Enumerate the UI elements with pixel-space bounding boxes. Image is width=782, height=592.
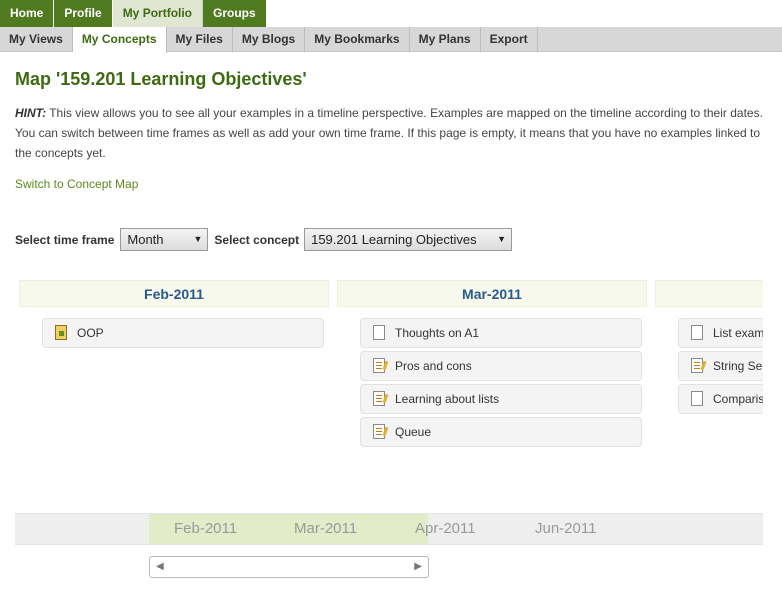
tab-groups[interactable]: Groups bbox=[203, 0, 267, 27]
example-label: List examples bbox=[713, 326, 763, 340]
note-icon bbox=[373, 424, 385, 439]
example-item[interactable]: List examples bbox=[678, 318, 763, 348]
subtab-my-concepts[interactable]: My Concepts bbox=[72, 27, 167, 53]
timeline-controls: Select time frame Month ▼ Select concept… bbox=[15, 228, 513, 251]
scroll-left-icon[interactable]: ◀ bbox=[156, 561, 164, 572]
subtab-my-blogs[interactable]: My Blogs bbox=[233, 27, 306, 52]
example-label: OOP bbox=[77, 326, 104, 340]
switch-to-concept-map-link[interactable]: Switch to Concept Map bbox=[15, 177, 138, 191]
example-item[interactable]: Pros and cons bbox=[360, 351, 642, 381]
tab-home[interactable]: Home bbox=[0, 0, 55, 27]
subtab-my-files[interactable]: My Files bbox=[167, 27, 233, 52]
subtab-my-plans[interactable]: My Plans bbox=[410, 27, 481, 52]
tab-my-portfolio[interactable]: My Portfolio bbox=[112, 0, 204, 27]
band-label: Apr-2011 bbox=[415, 520, 476, 537]
example-label: Thoughts on A1 bbox=[395, 326, 480, 340]
time-frame-select[interactable]: Month ▼ bbox=[120, 228, 209, 251]
document-icon bbox=[373, 325, 385, 340]
example-item[interactable]: Comparis bbox=[678, 384, 763, 414]
example-item[interactable]: Queue bbox=[360, 417, 642, 447]
timeline-column-mar-2011: Mar-2011 Thoughts on A1 Pros and cons Le… bbox=[337, 280, 647, 447]
document-icon bbox=[691, 391, 703, 406]
scroll-right-icon[interactable]: ▶ bbox=[414, 561, 422, 572]
tab-profile[interactable]: Profile bbox=[54, 0, 113, 27]
subtab-my-views[interactable]: My Views bbox=[0, 27, 73, 52]
note-icon bbox=[373, 358, 385, 373]
column-header: Mar-2011 bbox=[337, 280, 647, 307]
example-label: String Se bbox=[713, 359, 763, 373]
hint-label: HINT: bbox=[15, 106, 47, 120]
time-frame-label: Select time frame bbox=[15, 232, 115, 247]
subtab-export[interactable]: Export bbox=[481, 27, 538, 52]
concept-value: 159.201 Learning Objectives bbox=[311, 232, 477, 247]
band-label: Jun-2011 bbox=[535, 520, 597, 537]
time-frame-value: Month bbox=[127, 232, 164, 247]
page-title: Map '159.201 Learning Objectives' bbox=[15, 69, 307, 89]
horizontal-scrollbar[interactable]: ◀ ▶ bbox=[149, 556, 429, 578]
folder-icon bbox=[55, 325, 67, 340]
example-label: Queue bbox=[395, 425, 432, 439]
band-label: Feb-2011 bbox=[174, 520, 238, 537]
timeline-overview-band[interactable]: Feb-2011 Mar-2011 Apr-2011 Jun-2011 bbox=[15, 513, 763, 545]
example-item[interactable]: OOP bbox=[42, 318, 324, 348]
example-label: Learning about lists bbox=[395, 392, 500, 406]
concept-label: Select concept bbox=[214, 232, 300, 247]
timeline-columns: Feb-2011 OOP Mar-2011 Thoughts on A1 Pro… bbox=[15, 280, 763, 460]
timeline-column-next: List examples String Se Comparis bbox=[655, 280, 763, 414]
example-item[interactable]: String Se bbox=[678, 351, 763, 381]
band-label: Mar-2011 bbox=[294, 520, 358, 537]
hint-text: HINT: This view allows you to see all yo… bbox=[15, 103, 767, 163]
subtab-my-bookmarks[interactable]: My Bookmarks bbox=[305, 27, 410, 52]
column-header: Feb-2011 bbox=[19, 280, 329, 307]
example-item[interactable]: Thoughts on A1 bbox=[360, 318, 642, 348]
dropdown-arrow-icon: ▼ bbox=[193, 234, 203, 244]
hint-body: This view allows you to see all your exa… bbox=[15, 106, 763, 160]
note-icon bbox=[373, 391, 385, 406]
document-icon bbox=[691, 325, 703, 340]
top-navigation: Home Profile My Portfolio Groups bbox=[0, 0, 782, 27]
concept-select[interactable]: 159.201 Learning Objectives ▼ bbox=[304, 228, 513, 251]
example-item[interactable]: Learning about lists bbox=[360, 384, 642, 414]
timeline-column-feb-2011: Feb-2011 OOP bbox=[19, 280, 329, 348]
note-icon bbox=[691, 358, 703, 373]
column-header bbox=[655, 280, 763, 307]
sub-navigation: My Views My Concepts My Files My Blogs M… bbox=[0, 27, 782, 53]
example-label: Pros and cons bbox=[395, 359, 472, 373]
example-label: Comparis bbox=[713, 392, 763, 406]
dropdown-arrow-icon: ▼ bbox=[497, 234, 507, 244]
